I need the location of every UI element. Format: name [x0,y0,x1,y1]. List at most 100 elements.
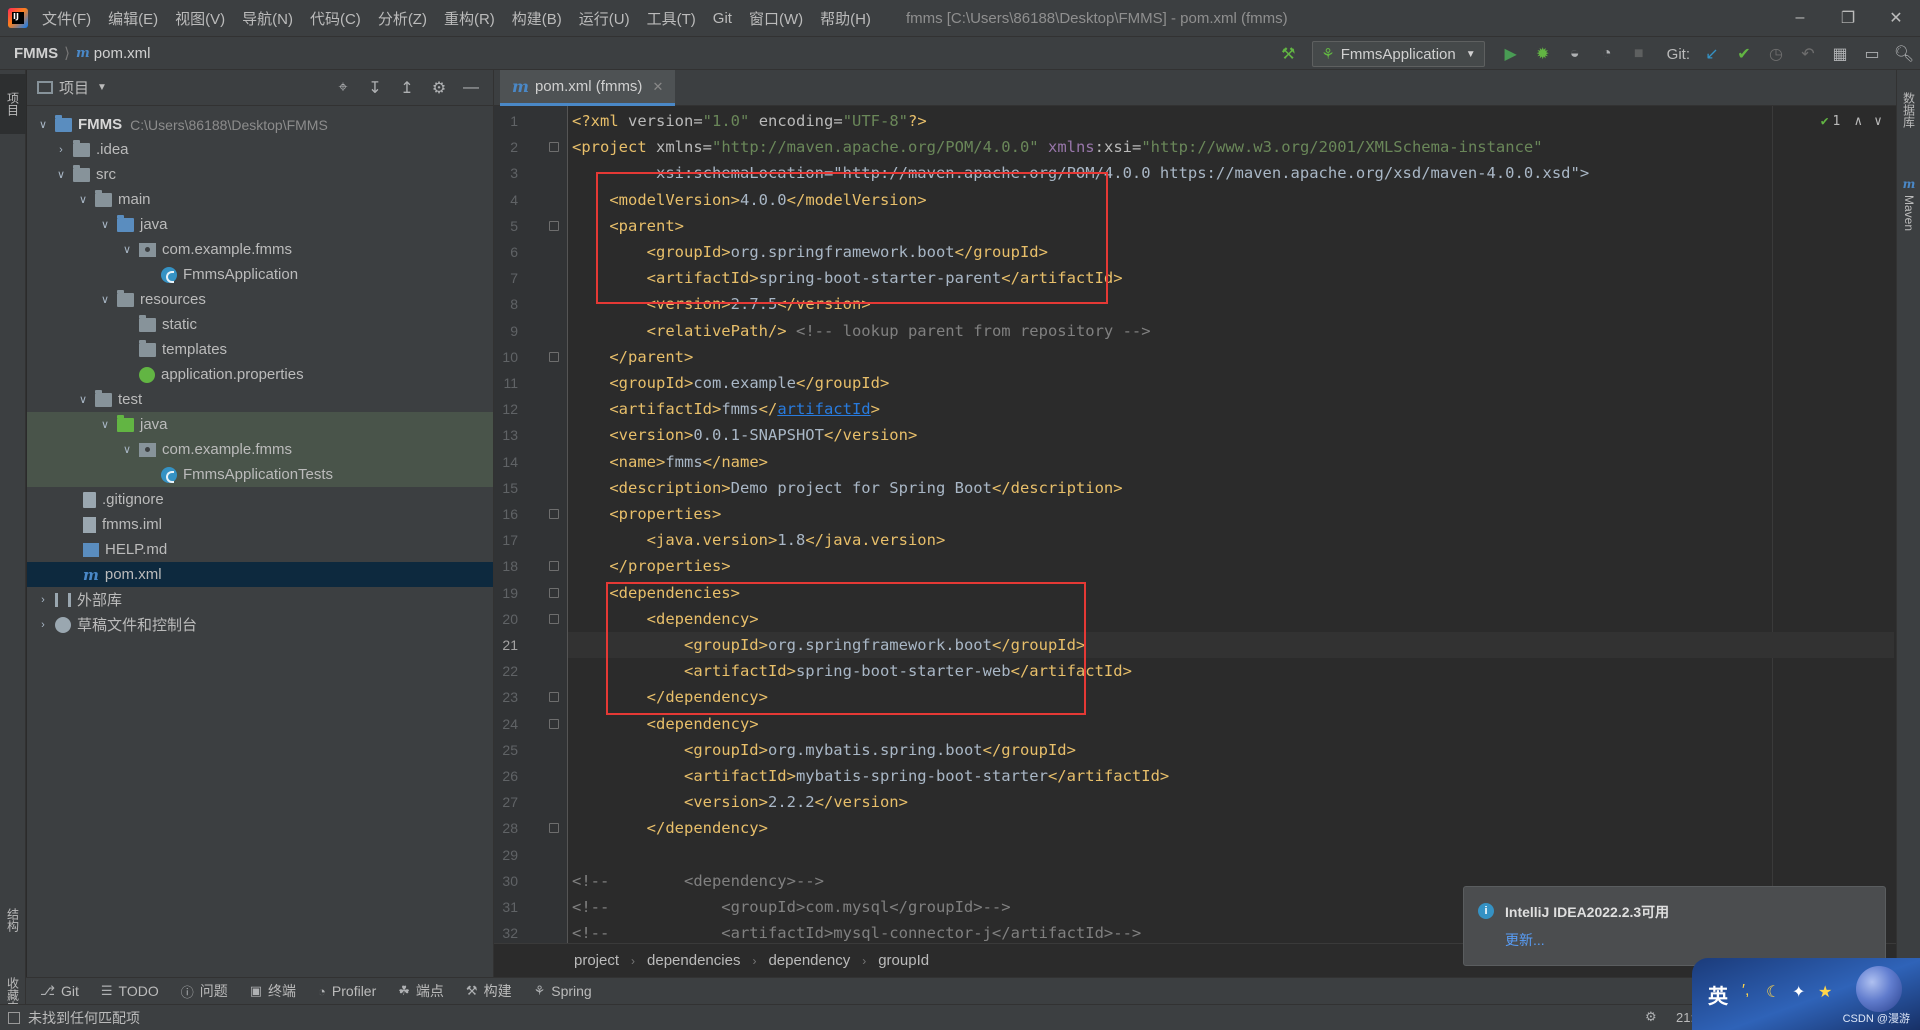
git-history-icon[interactable]: ◷ [1762,40,1790,68]
chevron-down-icon[interactable]: ▼ [97,82,107,93]
chevron-right-icon[interactable]: › [35,619,51,631]
tree-item-help-md[interactable]: HELP.md [27,537,493,562]
tree-item-fmms-application[interactable]: FmmsApplication [27,262,493,287]
code-line[interactable]: </dependency> [572,815,768,841]
notifications-icon[interactable]: ⚙ [1645,1009,1657,1025]
tree-item-resources[interactable]: ∨ resources [27,287,493,312]
inspection-widget[interactable]: ✔ 1 ∧ ∨ [1821,114,1882,129]
code-line[interactable]: </parent> [572,344,693,370]
crumb-dependency[interactable]: dependency [768,952,850,969]
code-line[interactable]: <name>fmms</name> [572,449,768,475]
collapse-all-icon[interactable]: ↥ [391,76,423,100]
chevron-down-icon[interactable]: ∨ [35,118,51,131]
tree-item-static[interactable]: static [27,312,493,337]
tree-item-test[interactable]: ∨ test [27,387,493,412]
star-icon[interactable]: ★ [1818,982,1832,1002]
fold-marker-icon[interactable] [549,718,559,729]
tab-pom-xml[interactable]: m pom.xml (fmms) ✕ [500,70,676,106]
chevron-down-icon[interactable]: ∨ [75,193,91,206]
code-line[interactable]: <groupId>com.example</groupId> [572,370,889,396]
fold-marker-icon[interactable] [549,823,559,834]
tree-item-gitignore[interactable]: .gitignore [27,487,493,512]
chevron-down-icon[interactable]: ∨ [1874,114,1882,129]
tree-item-test-package[interactable]: ∨ com.example.fmms [27,437,493,462]
locate-file-icon[interactable]: ⌖ [327,76,359,100]
code-line[interactable]: <properties> [572,501,721,527]
toolwindow-spring[interactable]: ⚘ Spring [534,983,592,999]
code-line[interactable]: <?xml version="1.0" encoding="UTF-8"?> [572,108,927,134]
toolwindow-git[interactable]: ⎇ Git [40,983,79,999]
moon-icon[interactable]: ☾ [1766,982,1780,1002]
tree-item-idea[interactable]: › .idea [27,137,493,162]
breadcrumb-project[interactable]: FMMS [14,45,58,62]
tree-item-fmms-application-tests[interactable]: FmmsApplicationTests [27,462,493,487]
crumb-groupid[interactable]: groupId [878,952,929,969]
code-line[interactable]: <!-- <dependency>--> [572,868,824,894]
code-line[interactable]: </properties> [572,553,730,579]
debug-icon[interactable]: ✹ [1529,40,1557,68]
structure-tool-tab[interactable]: 结构 [0,890,26,950]
code-line[interactable]: <description>Demo project for Spring Boo… [572,475,1122,501]
tree-item-external-libraries[interactable]: › 外部库 [27,587,493,612]
toolwindow-todo[interactable]: ☰ TODO [101,983,159,999]
menu-refactor[interactable]: 重构(R) [444,8,495,29]
chevron-down-icon[interactable]: ∨ [53,168,69,181]
fold-marker-icon[interactable] [549,220,559,231]
code-line[interactable]: <java.version>1.8</java.version> [572,527,946,553]
editor-gutter[interactable]: 1 2 3 4 5 6 7 8 9 10 11 12 13 14 15 16 17 18 19 20 21 22 23 24 2… [494,106,568,943]
menu-file[interactable]: 文件(F) [42,8,91,29]
restore-button[interactable]: ❐ [1824,0,1872,36]
minimize-button[interactable]: – [1776,0,1824,36]
tree-item-main-java[interactable]: ∨ java [27,212,493,237]
git-update-icon[interactable]: ↙ [1698,40,1726,68]
project-structure-icon[interactable]: ▦ [1826,40,1854,68]
fold-marker-icon[interactable] [549,351,559,362]
fold-marker-icon[interactable] [549,561,559,572]
fold-marker-icon[interactable] [549,509,559,519]
toolwindow-profiler[interactable]: ◔ Profiler [318,983,376,999]
menu-build[interactable]: 构建(B) [512,8,562,29]
menu-window[interactable]: 窗口(W) [749,8,803,29]
chevron-right-icon[interactable]: › [35,594,51,606]
chevron-down-icon[interactable]: ∨ [75,393,91,406]
menu-tools[interactable]: 工具(T) [647,8,696,29]
chevron-down-icon[interactable]: ∨ [97,418,113,431]
menu-run[interactable]: 运行(U) [579,8,630,29]
presentation-icon[interactable]: ▭ [1858,40,1886,68]
chevron-down-icon[interactable]: ∨ [97,218,113,231]
tree-item-test-java[interactable]: ∨ java [27,412,493,437]
code-line[interactable]: <version>0.0.1-SNAPSHOT</version> [572,422,917,448]
menu-navigate[interactable]: 导航(N) [242,8,293,29]
menu-help[interactable]: 帮助(H) [820,8,871,29]
menu-git[interactable]: Git [713,10,732,27]
menu-edit[interactable]: 编辑(E) [108,8,158,29]
chevron-down-icon[interactable]: ∨ [97,293,113,306]
crumb-project[interactable]: project [574,952,619,969]
code-line[interactable]: <!-- <groupId>com.mysql</groupId>--> [572,894,1011,920]
hide-panel-icon[interactable]: — [455,76,487,100]
status-layout-icon[interactable] [8,1011,20,1024]
tree-item-templates[interactable]: templates [27,337,493,362]
tree-item-main-package[interactable]: ∨ com.example.fmms [27,237,493,262]
git-commit-icon[interactable]: ✔ [1730,40,1758,68]
gear-icon[interactable]: ⚙ [423,76,455,100]
code-editor[interactable]: <?xml version="1.0" encoding="UTF-8"?> <p… [568,106,1896,943]
fold-marker-icon[interactable] [549,142,559,153]
tree-item-fmms-root[interactable]: ∨ FMMS C:\Users\86188\Desktop\FMMS [27,112,493,137]
code-line[interactable]: <project xmlns="http://maven.apache.org/… [572,134,1543,160]
fold-marker-icon[interactable] [549,613,559,624]
run-icon[interactable]: ▶ [1497,40,1525,68]
project-tool-tab[interactable]: 项目 [0,74,26,134]
toolwindow-build[interactable]: ⚒ 构建 [466,981,512,1001]
ime-toolbar[interactable]: 英 ′, ☾ ✦ ★ CSDN @漫游 [1692,958,1920,1030]
chevron-right-icon[interactable]: › [53,144,69,156]
fold-marker-icon[interactable] [549,692,559,703]
expand-all-icon[interactable]: ↧ [359,76,391,100]
tree-item-pom-xml[interactable]: m pom.xml [27,562,493,587]
skin-icon[interactable]: ✦ [1792,982,1805,1002]
menu-analyze[interactable]: 分析(Z) [378,8,427,29]
close-window-button[interactable]: ✕ [1872,0,1920,36]
build-hammer-icon[interactable]: ⚒ [1274,40,1302,68]
chevron-down-icon[interactable]: ∨ [119,243,135,256]
run-configuration-select[interactable]: ⚘ FmmsApplication ▼ [1312,41,1485,67]
